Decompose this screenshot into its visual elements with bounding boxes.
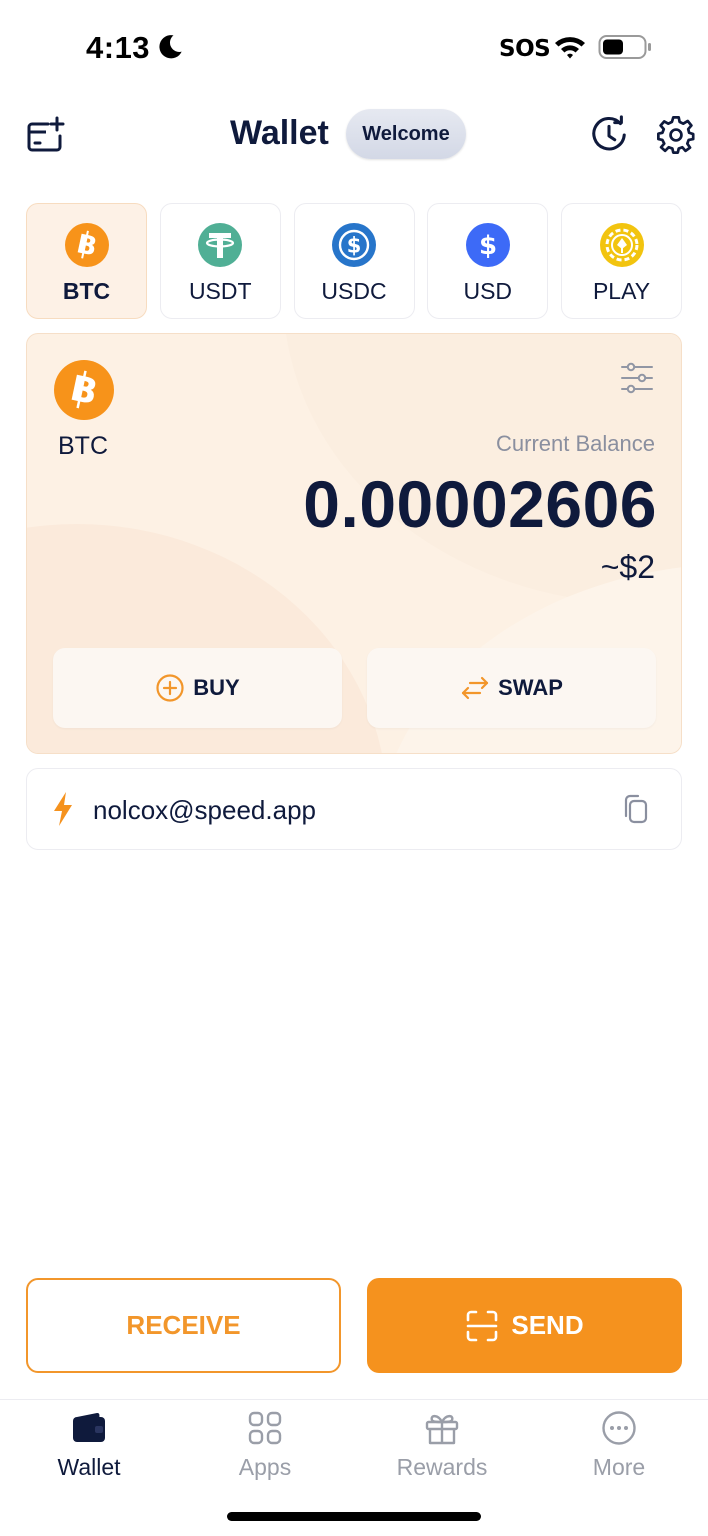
plus-circle-icon <box>156 674 184 702</box>
nav-apps[interactable]: Apps <box>190 1408 340 1488</box>
nav-label: Rewards <box>396 1454 488 1480</box>
lightning-bolt-icon <box>54 792 72 826</box>
copy-icon[interactable] <box>621 793 649 825</box>
tab-label: USD <box>463 278 513 304</box>
apps-icon <box>248 1411 282 1445</box>
buy-label: BUY <box>193 675 240 700</box>
tab-btc[interactable]: B BTC <box>26 203 147 319</box>
current-balance-label: Current Balance <box>496 431 655 456</box>
buy-button[interactable]: BUY <box>53 648 342 728</box>
tab-play[interactable]: PLAY <box>561 203 682 319</box>
play-token-icon <box>599 223 644 267</box>
tab-label: PLAY <box>592 278 651 304</box>
battery-icon <box>598 35 651 59</box>
status-bar: 4:13 SOS <box>0 0 708 96</box>
balance-card: B BTC Current Balance 0.00002606 ~$2 BUY… <box>26 333 682 754</box>
moon-icon <box>159 35 182 59</box>
svg-text:$: $ <box>479 231 497 261</box>
usdc-icon: $ <box>332 223 376 267</box>
fiat-balance: ~$2 <box>600 549 655 585</box>
tether-icon <box>198 223 243 267</box>
lightning-address-row[interactable]: nolcox@speed.app <box>26 768 682 850</box>
settings-icon[interactable] <box>655 114 697 156</box>
filter-icon[interactable] <box>620 361 654 395</box>
nav-rewards[interactable]: Rewards <box>367 1408 517 1488</box>
status-carrier: SOS <box>499 36 551 62</box>
receive-button[interactable]: RECEIVE <box>26 1278 341 1373</box>
wallet-icon <box>73 1412 105 1442</box>
nav-label: More <box>592 1454 646 1480</box>
tab-label: BTC <box>62 278 111 304</box>
swap-arrows-icon <box>461 676 489 700</box>
svg-text:$: $ <box>347 234 362 258</box>
nav-more[interactable]: More <box>544 1408 694 1488</box>
receive-label: RECEIVE <box>126 1310 241 1340</box>
nav-label: Apps <box>238 1454 292 1480</box>
status-time: 4:13 <box>86 30 151 65</box>
nav-label: Wallet <box>57 1454 121 1480</box>
wifi-icon <box>555 37 585 59</box>
scan-icon <box>467 1310 498 1341</box>
add-card-icon[interactable] <box>26 116 66 154</box>
tab-label: USDC <box>321 278 387 304</box>
history-icon[interactable] <box>588 114 630 156</box>
bitcoin-icon: B <box>64 223 109 267</box>
balance-amount: 0.00002606 <box>303 467 657 541</box>
swap-label: SWAP <box>498 675 563 700</box>
tab-usdt[interactable]: USDT <box>159 203 281 319</box>
send-label: SEND <box>511 1310 584 1340</box>
balance-currency: BTC <box>58 432 108 460</box>
tab-usd[interactable]: $ USD <box>427 203 549 319</box>
home-indicator[interactable] <box>227 1512 481 1521</box>
currency-tabs: B BTC USDT $ USDC $ USD PLAY <box>26 203 682 319</box>
page-title: Wallet <box>230 114 329 152</box>
more-icon <box>602 1411 636 1445</box>
app-header: Wallet Welcome <box>0 100 708 170</box>
nav-wallet[interactable]: Wallet <box>14 1408 164 1488</box>
welcome-badge[interactable]: Welcome <box>346 109 466 159</box>
bottom-nav: Wallet Apps Rewards More <box>0 1399 708 1536</box>
dollar-icon: $ <box>465 223 510 267</box>
tab-label: USDT <box>188 278 252 304</box>
bitcoin-icon: B <box>54 360 114 420</box>
tab-usdc[interactable]: $ USDC <box>293 203 415 319</box>
lightning-address: nolcox@speed.app <box>93 795 316 825</box>
send-button[interactable]: SEND <box>367 1278 682 1373</box>
gift-icon <box>425 1414 459 1445</box>
swap-button[interactable]: SWAP <box>367 648 656 728</box>
